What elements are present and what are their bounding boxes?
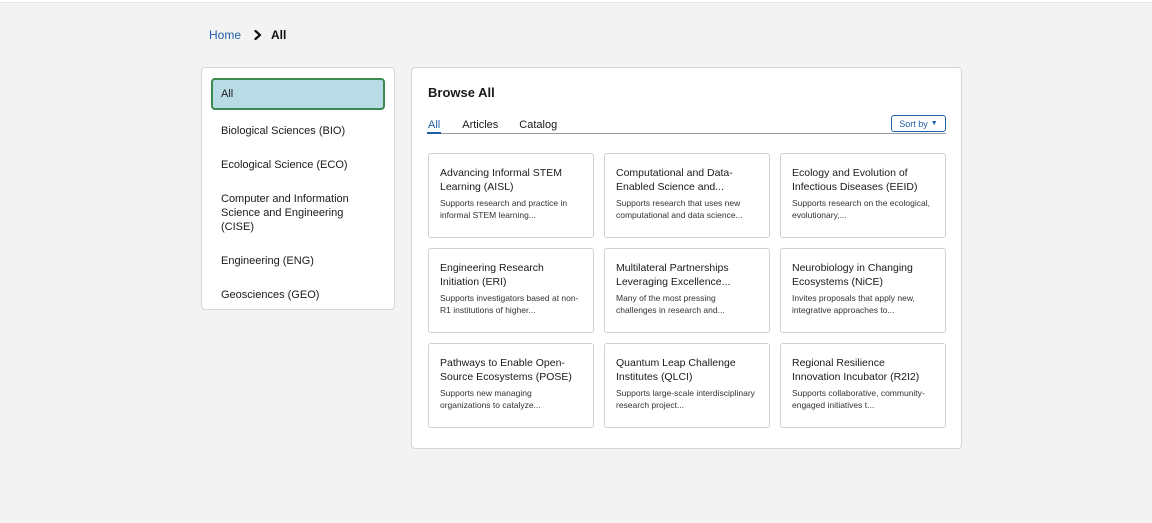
tab-bar: All Articles Catalog [427,118,946,134]
program-card[interactable]: Multilateral Partnerships Leveraging Exc… [604,248,770,333]
program-card[interactable]: Pathways to Enable Open-Source Ecosystem… [428,343,594,428]
program-card[interactable]: Ecology and Evolution of Infectious Dise… [780,153,946,238]
sidebar-item-cise[interactable]: Computer and Information Science and Eng… [211,184,385,242]
card-title: Regional Resilience Innovation Incubator… [792,357,920,383]
program-card[interactable]: Quantum Leap Challenge Institutes (QLCI)… [604,343,770,428]
browse-panel: Browse All All Articles Catalog Sort by … [411,67,962,449]
card-description: Supports research and practice in inform… [440,198,568,220]
card-description: Supports new managing organizations to c… [440,388,541,410]
program-card[interactable]: Regional Resilience Innovation Incubator… [780,343,946,428]
sidebar-item-eco[interactable]: Ecological Science (ECO) [211,150,385,180]
card-description: Supports large-scale interdisciplinary r… [616,388,755,410]
card-title: Quantum Leap Challenge Institutes (QLCI) [616,357,736,383]
sort-by-label: Sort by [899,118,928,129]
program-card[interactable]: Advancing Informal STEM Learning (AISL) … [428,153,594,238]
caret-down-icon: ▼ [930,120,938,127]
tab-all[interactable]: All [427,118,442,134]
top-divider [0,0,1152,3]
breadcrumb-current: All [271,28,287,42]
sidebar-item-eng[interactable]: Engineering (ENG) [211,246,385,276]
program-card-grid: Advancing Informal STEM Learning (AISL) … [428,153,946,428]
card-title: Engineering Research Initiation (ERI) [440,262,544,288]
program-card[interactable]: Computational and Data-Enabled Science a… [604,153,770,238]
page-title: Browse All [428,85,495,100]
card-description: Supports research on the ecological, evo… [792,198,930,220]
breadcrumb: Home All [209,28,286,42]
sidebar-item-all[interactable]: All [211,78,385,110]
sort-by-button[interactable]: Sort by ▼ [891,115,946,132]
card-title: Advancing Informal STEM Learning (AISL) [440,167,562,193]
card-title: Neurobiology in Changing Ecosystems (NiC… [792,262,913,288]
card-title: Multilateral Partnerships Leveraging Exc… [616,262,731,288]
card-title: Pathways to Enable Open-Source Ecosystem… [440,357,572,383]
card-title: Ecology and Evolution of Infectious Dise… [792,167,918,193]
card-description: Supports collaborative, community-engage… [792,388,925,410]
sidebar-item-geo[interactable]: Geosciences (GEO) [211,280,385,310]
tab-articles[interactable]: Articles [462,118,498,134]
category-sidebar: All Biological Sciences (BIO) Ecological… [201,67,395,310]
card-description: Supports research that uses new computat… [616,198,743,220]
tab-catalog[interactable]: Catalog [519,118,557,134]
card-description: Supports investigators based at non-R1 i… [440,293,579,315]
program-card[interactable]: Neurobiology in Changing Ecosystems (NiC… [780,248,946,333]
chevron-right-icon [254,30,262,40]
card-description: Many of the most pressing challenges in … [616,293,725,315]
sidebar-item-bio[interactable]: Biological Sciences (BIO) [211,116,385,146]
breadcrumb-home-link[interactable]: Home [209,28,241,42]
card-title: Computational and Data-Enabled Science a… [616,167,733,193]
program-card[interactable]: Engineering Research Initiation (ERI) Su… [428,248,594,333]
card-description: Invites proposals that apply new, integr… [792,293,915,315]
